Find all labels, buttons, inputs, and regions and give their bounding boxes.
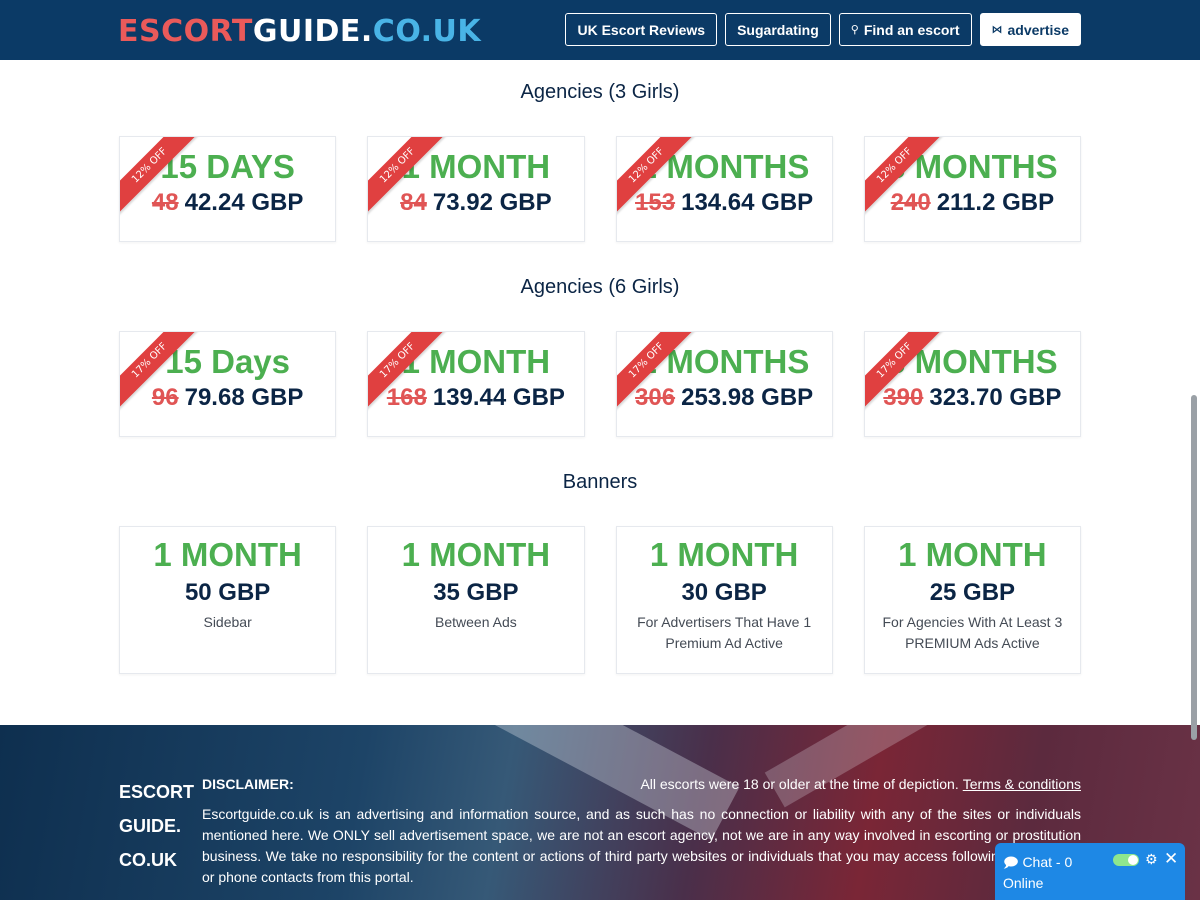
duration-label: 1 MONTH: [898, 536, 1047, 573]
close-icon[interactable]: ✕: [1164, 849, 1178, 869]
gear-icon[interactable]: ⚙: [1145, 851, 1158, 868]
banner-card[interactable]: 1 MONTH 25 GBP For Agencies With At Leas…: [863, 526, 1081, 674]
old-price: 84: [400, 189, 427, 216]
price-card[interactable]: 17% OFF 2 MONTHS 306 253.98 GBP: [615, 331, 833, 437]
price-line: 168 139.44 GBP: [368, 383, 583, 413]
old-price: 306: [635, 384, 676, 411]
new-price: 42.24 GBP: [184, 189, 304, 216]
new-price: 79.68 GBP: [184, 384, 304, 411]
old-price: 390: [883, 384, 924, 411]
price-card[interactable]: 12% OFF 3 MONTHS 240 211.2 GBP: [863, 136, 1081, 242]
old-price: 48: [151, 189, 179, 216]
old-price: 153: [635, 189, 676, 216]
nav-find-escort-button[interactable]: ⚲ Find an escort: [838, 13, 972, 46]
duration-label: 1 MONTH: [649, 536, 799, 573]
new-price: 211.2 GBP: [936, 189, 1055, 216]
banner-card[interactable]: 1 MONTH 35 GBP Between Ads: [367, 526, 585, 674]
price-line: 306 253.98 GBP: [617, 383, 832, 413]
logo-part-couk: CO.UK: [372, 14, 482, 49]
price-line: 48 42.24 GBP: [120, 188, 335, 218]
footer-logo-line: GUIDE.: [119, 816, 182, 836]
nav-label: Sugardating: [737, 21, 819, 38]
banner-price: 50 GBP: [184, 579, 271, 606]
price-card[interactable]: 17% OFF 15 Days 96 79.68 GBP: [119, 331, 337, 437]
banner-description: Between Ads: [435, 614, 517, 630]
duration-label: 1 MONTH: [153, 536, 302, 573]
price-card[interactable]: 17% OFF 1 MONTH 168 139.44 GBP: [367, 331, 585, 437]
search-icon: ⚲: [850, 24, 859, 36]
banner-price: 30 GBP: [681, 579, 767, 606]
section-title-agencies-6: Agencies (6 Girls): [520, 276, 680, 298]
nav-sugardating-button[interactable]: Sugardating: [725, 13, 831, 46]
price-line: 153 134.64 GBP: [617, 188, 832, 218]
chat-widget[interactable]: 🗩 Chat - 0 Online ⚙ ✕: [995, 843, 1185, 900]
old-price: 240: [890, 189, 931, 216]
old-price: 168: [386, 384, 427, 411]
age-notice: All escorts were 18 or older at the time…: [640, 776, 1081, 792]
terms-link[interactable]: Terms & conditions: [963, 776, 1081, 792]
site-header: ESCORTGUIDE.CO.UK UK Escort Reviews Suga…: [0, 0, 1200, 60]
new-price: 73.92 GBP: [432, 189, 552, 216]
page-scrollbar[interactable]: [1191, 395, 1197, 740]
logo-part-guide: GUIDE.: [252, 14, 373, 49]
footer-logo-line: ESCORT: [119, 782, 195, 802]
banner-price: 25 GBP: [929, 579, 1016, 606]
banner-card[interactable]: 1 MONTH 30 GBP For Advertisers That Have…: [615, 526, 833, 674]
new-price: 323.70 GBP: [929, 384, 1062, 411]
price-card[interactable]: 12% OFF 15 DAYS 48 42.24 GBP: [119, 136, 337, 242]
price-card[interactable]: 17% OFF 3 MONTHS 390 323.70 GBP: [863, 331, 1081, 437]
nav-advertise-button[interactable]: ⋈ advertise: [979, 13, 1081, 46]
price-line: 84 73.92 GBP: [368, 188, 583, 218]
pricing-row-agencies-3: 12% OFF 15 DAYS 48 42.24 GBP 12% OFF 1 MO…: [119, 136, 1081, 242]
new-price: 253.98 GBP: [681, 384, 814, 411]
nav-label: Find an escort: [863, 21, 960, 38]
chat-toggle[interactable]: [1113, 854, 1139, 866]
nav-label: advertise: [1007, 21, 1069, 38]
price-card[interactable]: 12% OFF 1 MONTH 84 73.92 GBP: [367, 136, 585, 242]
pricing-row-agencies-6: 17% OFF 15 Days 96 79.68 GBP 17% OFF 1 MO…: [119, 331, 1081, 437]
nav-label: UK Escort Reviews: [577, 21, 706, 38]
disclaimer-title: DISCLAIMER:: [202, 776, 294, 792]
disclaimer-text: Escortguide.co.uk is an advertising and …: [202, 806, 1081, 885]
price-line: 390 323.70 GBP: [865, 383, 1080, 413]
price-line: 240 211.2 GBP: [865, 188, 1080, 218]
age-notice-text: All escorts were 18 or older at the time…: [640, 776, 959, 792]
banner-card[interactable]: 1 MONTH 50 GBP Sidebar: [119, 526, 337, 674]
banner-description: For Agencies With At Least 3 PREMIUM Ads…: [882, 614, 1063, 651]
chat-label[interactable]: 🗩 Chat - 0 Online: [1003, 852, 1093, 894]
chat-bubble-icon: 🗩: [1003, 854, 1019, 870]
logo-part-escort: ESCORT: [118, 14, 253, 49]
footer-logo[interactable]: ESCORT GUIDE. CO.UK: [119, 775, 194, 877]
new-price: 139.44 GBP: [432, 384, 565, 411]
price-line: 96 79.68 GBP: [120, 383, 335, 413]
pricing-row-banners: 1 MONTH 50 GBP Sidebar 1 MONTH 35 GBP Be…: [119, 526, 1081, 674]
banner-price: 35 GBP: [433, 579, 519, 606]
flag-background-decoration: [764, 725, 976, 808]
main-nav: UK Escort Reviews Sugardating ⚲ Find an e…: [565, 13, 1081, 46]
site-logo[interactable]: ESCORTGUIDE.CO.UK: [118, 14, 481, 49]
old-price: 96: [151, 384, 179, 411]
bowtie-icon: ⋈: [991, 24, 1003, 36]
banner-description: Sidebar: [203, 614, 252, 630]
price-card[interactable]: 12% OFF 2 MONTHS 153 134.64 GBP: [615, 136, 833, 242]
duration-label: 1 MONTH: [401, 536, 551, 573]
footer-logo-line: CO.UK: [119, 850, 177, 870]
section-title-agencies-3: Agencies (3 Girls): [520, 81, 680, 103]
new-price: 134.64 GBP: [681, 189, 814, 216]
banner-description: For Advertisers That Have 1 Premium Ad A…: [637, 614, 812, 651]
nav-uk-escort-reviews-button[interactable]: UK Escort Reviews: [565, 13, 718, 46]
section-title-banners: Banners: [562, 471, 638, 493]
